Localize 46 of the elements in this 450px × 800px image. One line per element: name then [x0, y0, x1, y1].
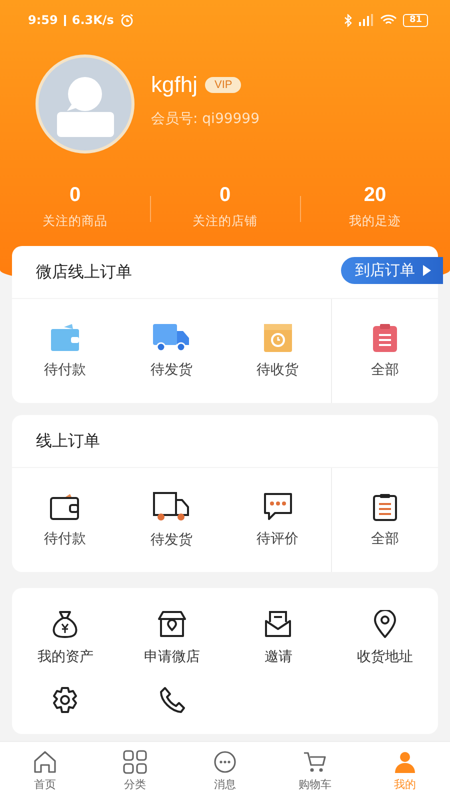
- order-status-label[interactable]: 待发货: [150, 530, 192, 548]
- vip-badge: VIP: [205, 77, 242, 93]
- status-time: 9:59: [28, 13, 58, 27]
- order-status-label[interactable]: 待付款: [44, 530, 86, 548]
- wallet-icon[interactable]: [50, 492, 80, 520]
- caret-icon: [422, 264, 431, 276]
- order-status-label[interactable]: 待收货: [256, 360, 299, 378]
- clipboard-icon[interactable]: [372, 492, 397, 520]
- battery-indicator: 81: [403, 14, 428, 26]
- network-speed: 6.3K/s: [72, 13, 114, 27]
- alarm-icon: [120, 13, 134, 27]
- wifi-icon: [380, 14, 398, 26]
- tab[interactable]: 分类: [90, 742, 180, 800]
- shop-icon[interactable]: [158, 610, 186, 638]
- settings-icon[interactable]: [51, 686, 80, 714]
- phone-icon[interactable]: [158, 686, 185, 714]
- order-status-label[interactable]: 待发货: [150, 360, 192, 378]
- home-icon: [33, 750, 57, 774]
- order-status-label[interactable]: 全部: [370, 360, 399, 378]
- tab[interactable]: 购物车: [270, 742, 360, 800]
- user-icon: [393, 750, 417, 774]
- service-label[interactable]: 申请微店: [144, 648, 200, 666]
- signal-icon: [358, 14, 374, 26]
- member-id: 会员号: qi99999: [151, 110, 260, 128]
- bluetooth-icon: [344, 14, 352, 26]
- order-status-label[interactable]: 待付款: [44, 360, 86, 378]
- truck-icon[interactable]: [153, 492, 190, 522]
- clipboard-icon[interactable]: [372, 324, 397, 352]
- tab[interactable]: 消息: [180, 742, 270, 800]
- order-status-label[interactable]: 待评价: [256, 530, 299, 548]
- money-bag-icon[interactable]: [52, 610, 78, 638]
- tab[interactable]: 首页: [0, 742, 90, 800]
- grid-icon: [123, 750, 147, 774]
- store-orders-button[interactable]: 到店订单: [341, 256, 443, 284]
- service-label[interactable]: 收货地址: [356, 648, 413, 666]
- envelope-icon[interactable]: [264, 610, 292, 638]
- order-status-label[interactable]: 全部: [370, 530, 399, 548]
- service-label[interactable]: 邀请: [264, 648, 292, 666]
- chat-icon: [213, 750, 237, 774]
- username: kgfhj: [151, 72, 198, 98]
- card-title: 线上订单: [36, 430, 100, 452]
- service-label[interactable]: 我的资产: [37, 648, 94, 666]
- chat-icon[interactable]: [262, 492, 293, 520]
- cart-icon: [303, 750, 327, 774]
- location-pin-icon[interactable]: [372, 610, 397, 638]
- card-title: 微店线上订单: [36, 262, 132, 282]
